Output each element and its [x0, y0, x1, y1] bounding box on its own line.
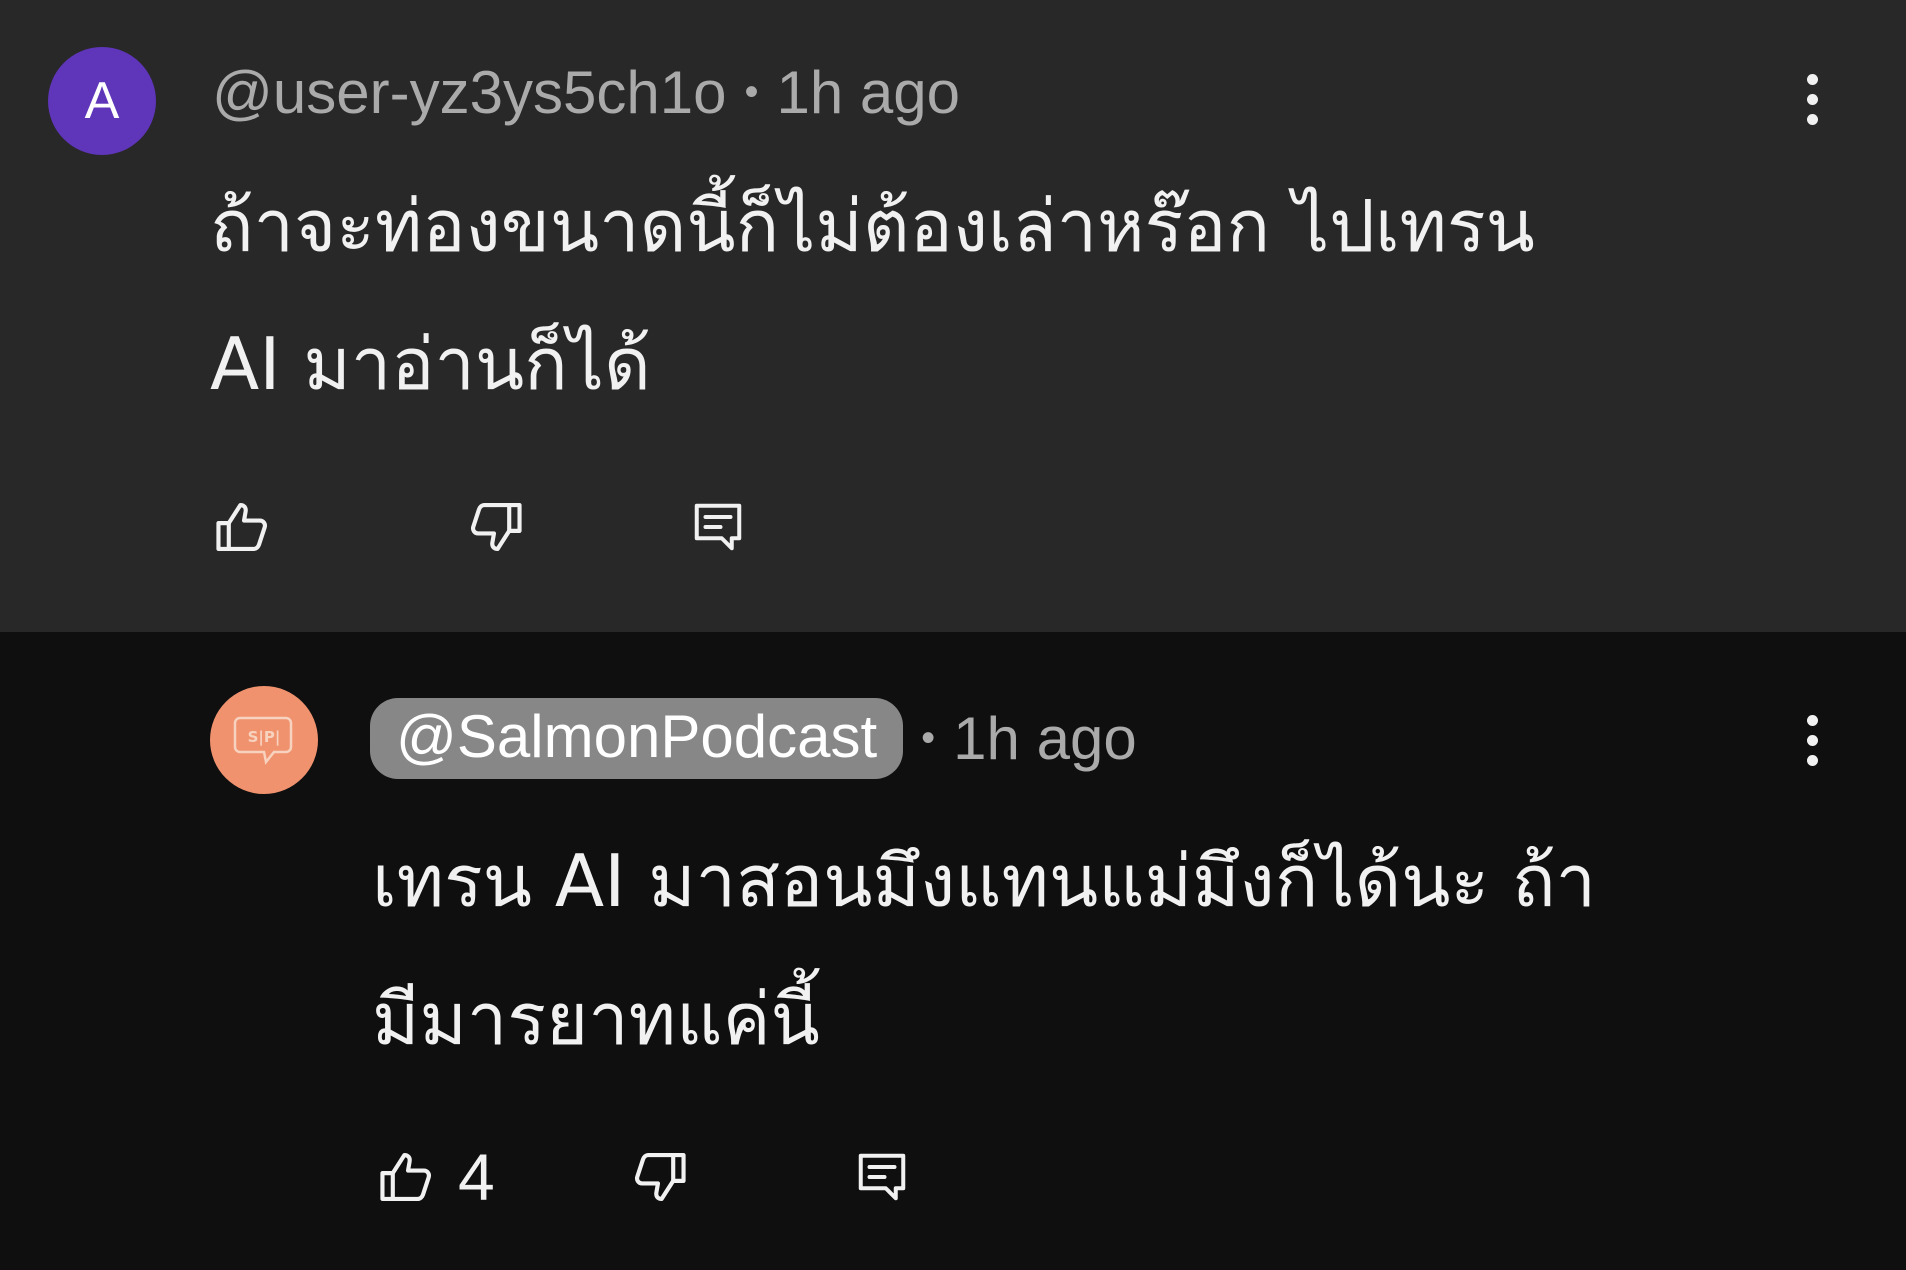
like-button[interactable]	[210, 496, 462, 558]
creator-handle-badge[interactable]: @SalmonPodcast	[370, 697, 904, 779]
comment-text: ถ้าจะท่องขนาดนี้ก็ไม่ต้องเล่าหร๊อก ไปเทร…	[210, 157, 1830, 433]
comment-reply: S|P| @SalmonPodcast • 1h ago เทรน AI มาส…	[0, 632, 1906, 1270]
reply-icon	[858, 1153, 906, 1201]
comment-text-line: ถ้าจะท่องขนาดนี้ก็ไม่ต้องเล่าหร๊อก ไปเทร…	[210, 184, 1535, 268]
reply-button[interactable]	[688, 494, 748, 560]
comment: A @user-yz3ys5ch1o • 1h ago ถ้าจะท่องขนา…	[0, 0, 1906, 632]
avatar[interactable]: S|P|	[210, 686, 318, 794]
comment-text-line: เทรน AI มาสอนมึงแทนแม่มึงก็ได้นะ ถ้า	[372, 839, 1597, 923]
comment-header: @user-yz3ys5ch1o • 1h ago	[212, 52, 960, 132]
separator-dot: •	[744, 69, 759, 114]
comment-text-line: มีมารยาทแค่นี้	[372, 977, 820, 1061]
more-vert-icon[interactable]	[1806, 74, 1818, 125]
like-button[interactable]: 4	[374, 1139, 626, 1215]
more-vert-icon[interactable]	[1806, 715, 1818, 766]
comment-header: @SalmonPodcast • 1h ago	[370, 688, 1137, 788]
thumbs-down-icon	[471, 502, 522, 552]
like-count: 4	[458, 1140, 495, 1214]
comment-text: เทรน AI มาสอนมึงแทนแม่มึงก็ได้นะ ถ้า มีม…	[372, 812, 1852, 1088]
reply-icon	[694, 503, 742, 551]
thumbs-up-icon	[380, 1152, 431, 1202]
avatar-letter: A	[84, 72, 120, 130]
salmon-podcast-logo: S|P|	[233, 716, 293, 765]
comment-actions: 4	[374, 1137, 912, 1217]
author-handle[interactable]: @user-yz3ys5ch1o	[212, 58, 726, 127]
avatar[interactable]: A	[48, 47, 156, 155]
svg-text:S|P|: S|P|	[248, 728, 281, 747]
timestamp[interactable]: 1h ago	[776, 58, 960, 127]
comment-text-line: AI มาอ่านก็ได้	[210, 322, 651, 406]
comment-actions	[210, 492, 748, 562]
separator-dot: •	[921, 715, 936, 760]
timestamp[interactable]: 1h ago	[953, 704, 1137, 773]
thumbs-down-icon	[635, 1152, 686, 1202]
dislike-button[interactable]	[462, 496, 688, 558]
reply-button[interactable]	[852, 1144, 912, 1210]
thumbs-up-icon	[216, 502, 267, 552]
dislike-button[interactable]	[626, 1146, 852, 1208]
